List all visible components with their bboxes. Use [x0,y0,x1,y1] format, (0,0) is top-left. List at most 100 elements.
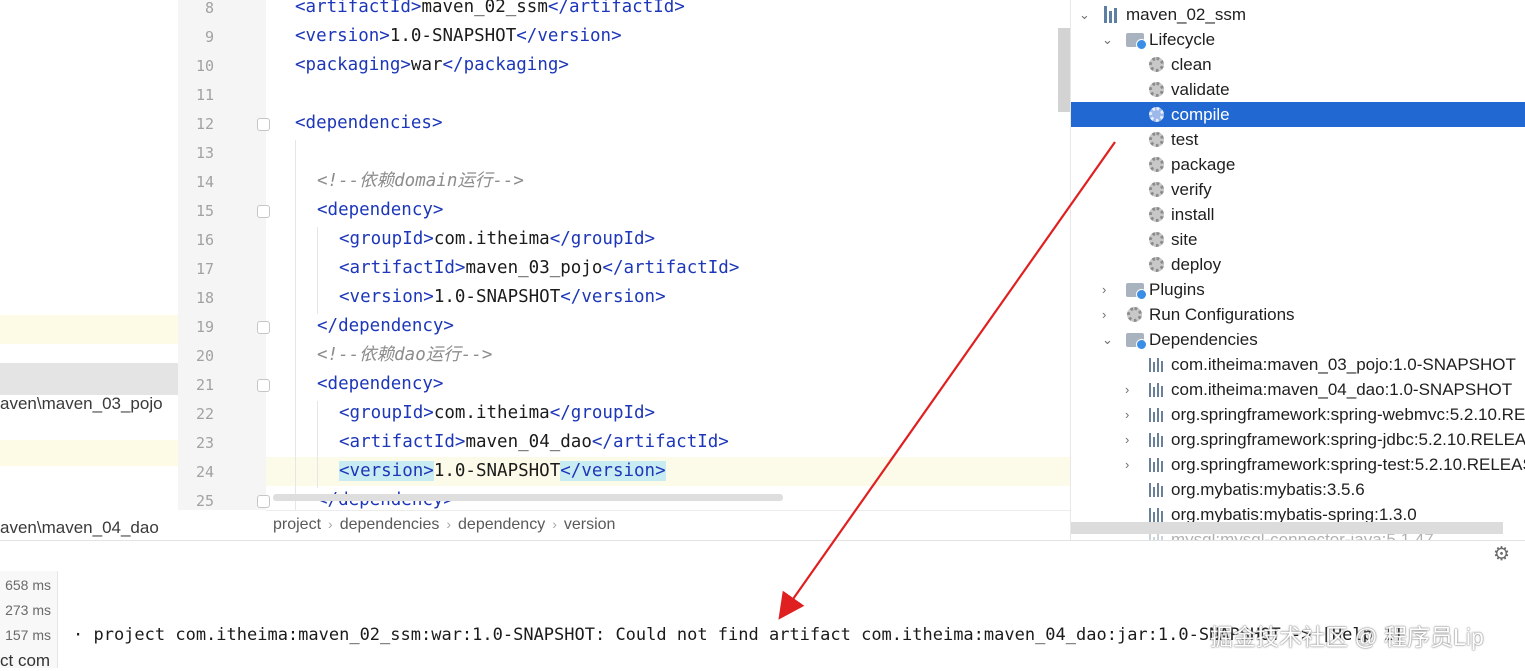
project-tree-strip: aven\maven_03_pojo aven\maven_04_dao [0,0,178,540]
editor-vertical-scrollbar[interactable] [1058,28,1070,112]
dependency-item[interactable]: › com.itheima:maven_04_dao:1.0-SNAPSHOT [1071,377,1525,402]
fold-marker-icon[interactable] [257,205,270,218]
code-line-19[interactable]: </dependency> [317,312,454,341]
code-line-8[interactable]: <artifactId>maven_02_ssm</artifactId> [295,0,685,22]
console-toolbar: ⚙ [0,541,1525,571]
gear-icon [1149,232,1164,247]
library-icon [1149,408,1166,422]
tree-item-maven-04-dao[interactable]: aven\maven_04_dao [0,518,159,538]
lifecycle-folder-icon [1126,33,1147,50]
gear-icon [1149,57,1164,72]
lifecycle-deploy-label: deploy [1171,255,1222,274]
lifecycle-install-label: install [1171,205,1215,224]
build-tree-item[interactable]: ct com [0,651,50,671]
chevron-down-icon[interactable]: ⌄ [1102,27,1113,52]
breadcrumb-item-dependencies[interactable]: dependencies [340,516,440,533]
dependency-item[interactable]: › org.springframework:spring-jdbc:5.2.10… [1071,427,1525,452]
settings-gear-icon[interactable]: ⚙ [1493,545,1513,565]
line-number: 9 [204,28,214,46]
code-line-16[interactable]: <groupId>com.itheima</groupId> [339,225,655,254]
library-icon [1149,458,1166,472]
lifecycle-compile[interactable]: compile [1071,102,1525,127]
code-line-21[interactable]: <dependency> [317,370,443,399]
gear-icon [1149,82,1164,97]
code-line-9[interactable]: <version>1.0-SNAPSHOT</version> [295,22,622,51]
code-editor[interactable]: 8 9 10 11 12 13 14 15 16 17 18 19 20 21 … [178,0,1070,540]
run-config-gear-icon [1127,307,1142,322]
maven-tool-window: ⌄ maven_02_ssm ⌄ Lifecycle clean validat… [1070,0,1525,540]
chevron-down-icon[interactable]: ⌄ [1079,2,1090,27]
code-line-17[interactable]: <artifactId>maven_03_pojo</artifactId> [339,254,739,283]
chevron-right-icon[interactable]: › [1102,302,1106,327]
library-icon [1149,508,1166,522]
line-number: 15 [195,202,214,220]
fold-marker-icon[interactable] [257,321,270,334]
lifecycle-clean-label: clean [1171,55,1212,74]
line-number: 11 [195,86,214,104]
build-timing: 157 ms [5,627,51,643]
code-line-15[interactable]: <dependency> [317,196,443,225]
code-line-18[interactable]: <version>1.0-SNAPSHOT</version> [339,283,666,312]
lifecycle-verify[interactable]: verify [1071,177,1525,202]
code-line-24[interactable]: <version>1.0-SNAPSHOT</version> [339,457,666,486]
code-line-22[interactable]: <groupId>com.itheima</groupId> [339,399,655,428]
tree-highlight-row [0,315,178,344]
line-number: 23 [195,434,214,452]
fold-marker-icon[interactable] [257,379,270,392]
tree-selected-row[interactable] [0,363,178,395]
lifecycle-label: Lifecycle [1149,30,1216,49]
editor-horizontal-scrollbar[interactable] [273,494,783,501]
line-number: 21 [195,376,214,394]
watermark-text: 掘金技术社区 @ 程序员Lip [1210,624,1484,650]
breadcrumb-item-dependency[interactable]: dependency [458,516,545,533]
dependency-item[interactable]: org.mybatis:mybatis:3.5.6 [1071,477,1525,502]
code-line-14-comment[interactable]: <!--依赖domain运行--> [317,167,524,196]
lifecycle-validate[interactable]: validate [1071,77,1525,102]
chevron-right-icon[interactable]: › [1125,402,1129,427]
chevron-right-icon[interactable]: › [1125,377,1129,402]
lifecycle-clean[interactable]: clean [1071,52,1525,77]
breadcrumb-item-project[interactable]: project [273,516,321,533]
library-icon [1149,358,1166,372]
dependencies-node[interactable]: ⌄ Dependencies [1071,327,1525,352]
fold-marker-icon[interactable] [257,118,270,131]
indent-guide [317,401,318,488]
dependency-item[interactable]: › org.springframework:spring-webmvc:5.2.… [1071,402,1525,427]
run-configurations-node[interactable]: › Run Configurations [1071,302,1525,327]
breadcrumb-item-version[interactable]: version [564,516,616,533]
maven-project-node[interactable]: ⌄ maven_02_ssm [1071,2,1525,27]
chevron-right-icon[interactable]: › [1125,452,1129,477]
lifecycle-verify-label: verify [1171,180,1212,199]
lifecycle-install[interactable]: install [1071,202,1525,227]
dependency-item[interactable]: com.itheima:maven_03_pojo:1.0-SNAPSHOT [1071,352,1525,377]
lifecycle-site[interactable]: site [1071,227,1525,252]
lifecycle-package[interactable]: package [1071,152,1525,177]
code-line-20-comment[interactable]: <!--依赖dao运行--> [317,341,492,370]
lifecycle-test[interactable]: test [1071,127,1525,152]
dependency-label: org.springframework:spring-jdbc:5.2.10.R… [1171,430,1525,449]
chevron-right-icon[interactable]: › [1102,277,1106,302]
tree-item-maven-03-pojo[interactable]: aven\maven_03_pojo [0,394,163,414]
gear-icon [1149,157,1164,172]
code-line-12[interactable]: <dependencies> [295,109,443,138]
line-number: 10 [195,57,214,75]
lifecycle-node[interactable]: ⌄ Lifecycle [1071,27,1525,52]
console-error-message[interactable]: · project com.itheima:maven_02_ssm:war:1… [73,625,1404,645]
chevron-right-icon[interactable]: › [1125,427,1129,452]
code-line-10[interactable]: <packaging>war</packaging> [295,51,569,80]
plugins-node[interactable]: › Plugins [1071,277,1525,302]
line-number: 19 [195,318,214,336]
fold-marker-icon[interactable] [257,495,270,508]
gear-icon [1149,132,1164,147]
line-number: 22 [195,405,214,423]
code-line-23[interactable]: <artifactId>maven_04_dao</artifactId> [339,428,729,457]
lifecycle-compile-label: compile [1171,105,1230,124]
chevron-right-icon: › [552,516,557,532]
maven-horizontal-scrollbar[interactable] [1071,522,1503,534]
lifecycle-validate-label: validate [1171,80,1230,99]
line-number: 8 [204,0,214,17]
lifecycle-deploy[interactable]: deploy [1071,252,1525,277]
dependency-item[interactable]: › org.springframework:spring-test:5.2.10… [1071,452,1525,477]
chevron-right-icon: › [446,516,452,532]
chevron-down-icon[interactable]: ⌄ [1102,327,1113,352]
